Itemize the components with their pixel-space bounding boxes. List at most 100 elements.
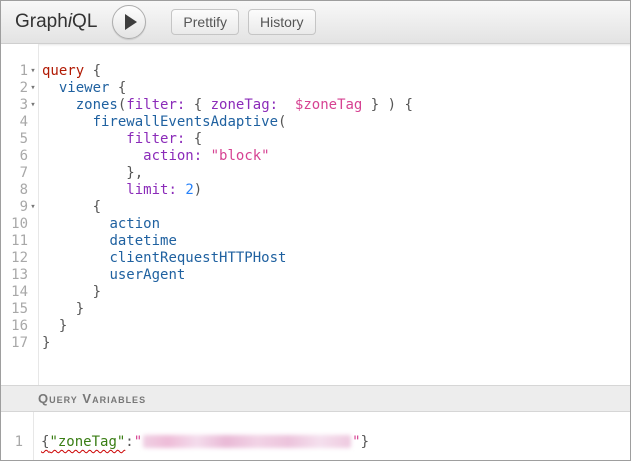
code-line[interactable]: query { — [42, 63, 630, 80]
code-token: zones — [76, 97, 118, 113]
line-number-text: 2 — [1, 80, 28, 97]
query-variables-header[interactable]: Query Variables — [1, 385, 630, 412]
code-token: " — [352, 434, 360, 450]
fold-arrow-icon[interactable]: ▾ — [28, 63, 38, 80]
code-line[interactable]: filter: { — [42, 131, 630, 148]
code-token — [42, 318, 59, 334]
code-line[interactable]: } — [42, 284, 630, 301]
code-token: } ) { — [362, 97, 413, 113]
code-line[interactable]: action — [42, 216, 630, 233]
code-token — [42, 131, 126, 147]
code-token: { — [84, 63, 101, 79]
prettify-button[interactable]: Prettify — [171, 9, 239, 35]
code-token: query — [42, 63, 84, 79]
code-token: { — [93, 199, 101, 215]
query-code[interactable]: query { viewer { zones(filter: { zoneTag… — [39, 44, 630, 385]
code-token — [42, 250, 109, 266]
code-line[interactable]: limit: 2) — [42, 182, 630, 199]
line-number: 4 — [1, 114, 38, 131]
execute-button[interactable] — [112, 5, 146, 39]
code-line[interactable]: viewer { — [42, 80, 630, 97]
code-token: 2 — [185, 182, 193, 198]
code-token: userAgent — [109, 267, 185, 283]
fold-arrow-icon[interactable]: ▾ — [28, 97, 38, 114]
code-token — [42, 216, 109, 232]
code-token — [42, 301, 76, 317]
variables-line-number: 1 — [1, 434, 33, 451]
code-line[interactable]: zones(filter: { zoneTag: $zoneTag } ) { — [42, 97, 630, 114]
history-button[interactable]: History — [248, 9, 316, 35]
query-editor[interactable]: 1▾2▾3▾456789▾1011121314151617 query { vi… — [1, 44, 630, 385]
code-token — [278, 97, 295, 113]
line-number-text: 8 — [1, 182, 28, 199]
variables-gutter: 1 — [1, 412, 34, 460]
code-token: } — [361, 434, 369, 450]
line-number: 8 — [1, 182, 38, 199]
line-number: 11 — [1, 233, 38, 250]
variables-editor[interactable]: 1 {"zoneTag":""} — [1, 412, 630, 460]
code-line[interactable]: }, — [42, 165, 630, 182]
code-token: } — [76, 301, 84, 317]
line-number-text: 4 — [1, 114, 28, 131]
code-line[interactable]: } — [42, 335, 630, 352]
line-number-text: 10 — [1, 216, 28, 233]
app-title: GraphiQL — [15, 11, 97, 33]
line-number: 10 — [1, 216, 38, 233]
variables-code-line[interactable]: {"zoneTag":""} — [41, 434, 630, 451]
line-number-text: 15 — [1, 301, 28, 318]
code-token: { — [185, 131, 202, 147]
redacted-value — [143, 435, 351, 448]
line-number: 1▾ — [1, 63, 38, 80]
line-number-text: 9 — [1, 199, 28, 216]
code-token: clientRequestHTTPHost — [109, 250, 286, 266]
line-number: 12 — [1, 250, 38, 267]
line-number-text: 12 — [1, 250, 28, 267]
code-line[interactable]: action: "block" — [42, 148, 630, 165]
line-number: 2▾ — [1, 80, 38, 97]
code-line[interactable]: { — [42, 199, 630, 216]
code-token — [42, 233, 109, 249]
code-line[interactable]: } — [42, 318, 630, 335]
code-token: "block" — [211, 148, 270, 164]
code-token: { — [185, 97, 210, 113]
line-number-text: 7 — [1, 165, 28, 182]
play-icon — [125, 14, 137, 30]
code-token: }, — [126, 165, 143, 181]
code-line[interactable]: clientRequestHTTPHost — [42, 250, 630, 267]
variables-code[interactable]: {"zoneTag":""} — [34, 412, 630, 460]
code-token: limit: — [126, 182, 177, 198]
line-number-text: 17 — [1, 335, 28, 352]
code-token: "zoneTag" — [49, 434, 125, 450]
line-number: 7 — [1, 165, 38, 182]
line-number: 14 — [1, 284, 38, 301]
code-line[interactable]: firewallEventsAdaptive( — [42, 114, 630, 131]
code-token: zoneTag: — [211, 97, 278, 113]
line-number: 5 — [1, 131, 38, 148]
code-token — [42, 182, 126, 198]
query-gutter: 1▾2▾3▾456789▾1011121314151617 — [1, 44, 39, 385]
graphiql-window: GraphiQL Prettify History 1▾2▾3▾456789▾1… — [0, 0, 631, 461]
line-number-text: 11 — [1, 233, 28, 250]
code-line[interactable]: userAgent — [42, 267, 630, 284]
code-token: ( — [278, 114, 286, 130]
code-token: $zoneTag — [295, 97, 362, 113]
code-token: firewallEventsAdaptive — [93, 114, 278, 130]
line-number-text: 6 — [1, 148, 28, 165]
code-token: } — [42, 335, 50, 351]
code-line[interactable]: datetime — [42, 233, 630, 250]
app-title-ql: QL — [72, 11, 97, 32]
code-token — [42, 284, 93, 300]
code-token: action — [109, 216, 160, 232]
code-token: filter: — [126, 131, 185, 147]
code-line[interactable]: } — [42, 301, 630, 318]
code-token: : — [125, 434, 133, 450]
code-token: datetime — [109, 233, 176, 249]
code-token: } — [59, 318, 67, 334]
code-token — [42, 114, 93, 130]
line-number-text: 1 — [1, 63, 28, 80]
code-token — [42, 97, 76, 113]
fold-arrow-icon[interactable]: ▾ — [28, 80, 38, 97]
line-number: 13 — [1, 267, 38, 284]
code-token: " — [134, 434, 142, 450]
fold-arrow-icon[interactable]: ▾ — [28, 199, 38, 216]
